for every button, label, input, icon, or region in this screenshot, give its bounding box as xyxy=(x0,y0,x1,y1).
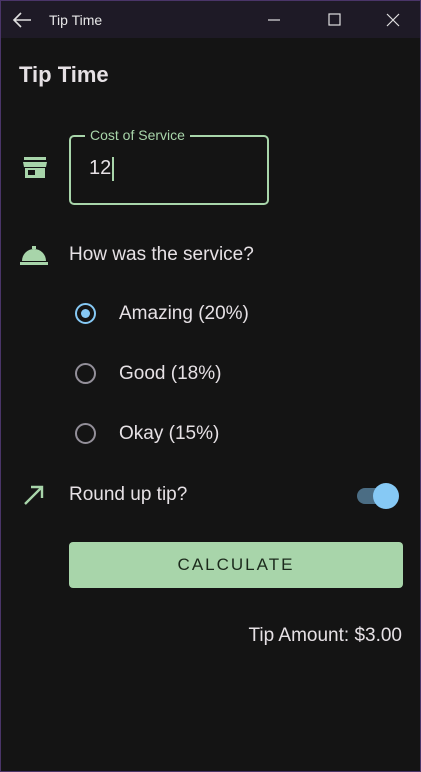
app-window: Tip Time Tip Time Cost of Service 12 How… xyxy=(0,0,421,772)
cost-of-service-field[interactable]: Cost of Service xyxy=(69,127,269,205)
round-up-switch[interactable] xyxy=(355,483,401,509)
radio-label-amazing: Amazing (20%) xyxy=(119,303,249,324)
cost-of-service-label: Cost of Service xyxy=(85,127,190,143)
tip-amount: Tip Amount: $3.00 xyxy=(248,625,402,646)
close-icon[interactable] xyxy=(373,7,413,33)
service-question: How was the service? xyxy=(69,244,254,265)
radio-label-okay: Okay (15%) xyxy=(119,423,220,444)
window-title: Tip Time xyxy=(49,12,103,28)
radio-button[interactable] xyxy=(75,363,96,384)
back-icon[interactable] xyxy=(11,10,33,30)
minimize-icon[interactable] xyxy=(254,7,294,33)
radio-button-selected[interactable] xyxy=(75,303,96,324)
app-title: Tip Time xyxy=(19,62,109,87)
radio-button[interactable] xyxy=(75,423,96,444)
room-service-icon xyxy=(20,246,48,265)
radio-option-okay[interactable]: Okay (15%) xyxy=(75,420,335,450)
app-content: Tip Time Cost of Service How was the ser… xyxy=(1,38,420,771)
switch-thumb[interactable] xyxy=(373,483,399,509)
radio-option-amazing[interactable]: Amazing (20%) xyxy=(75,300,335,330)
radio-label-good: Good (18%) xyxy=(119,363,222,384)
radio-option-good[interactable]: Good (18%) xyxy=(75,360,335,390)
store-icon xyxy=(23,157,47,178)
maximize-icon[interactable] xyxy=(314,7,354,33)
text-caret xyxy=(112,157,114,181)
calculate-button[interactable]: CALCULATE xyxy=(69,542,403,588)
round-up-label: Round up tip? xyxy=(69,484,188,505)
trending-up-icon xyxy=(24,485,44,505)
title-bar: Tip Time xyxy=(1,1,420,38)
